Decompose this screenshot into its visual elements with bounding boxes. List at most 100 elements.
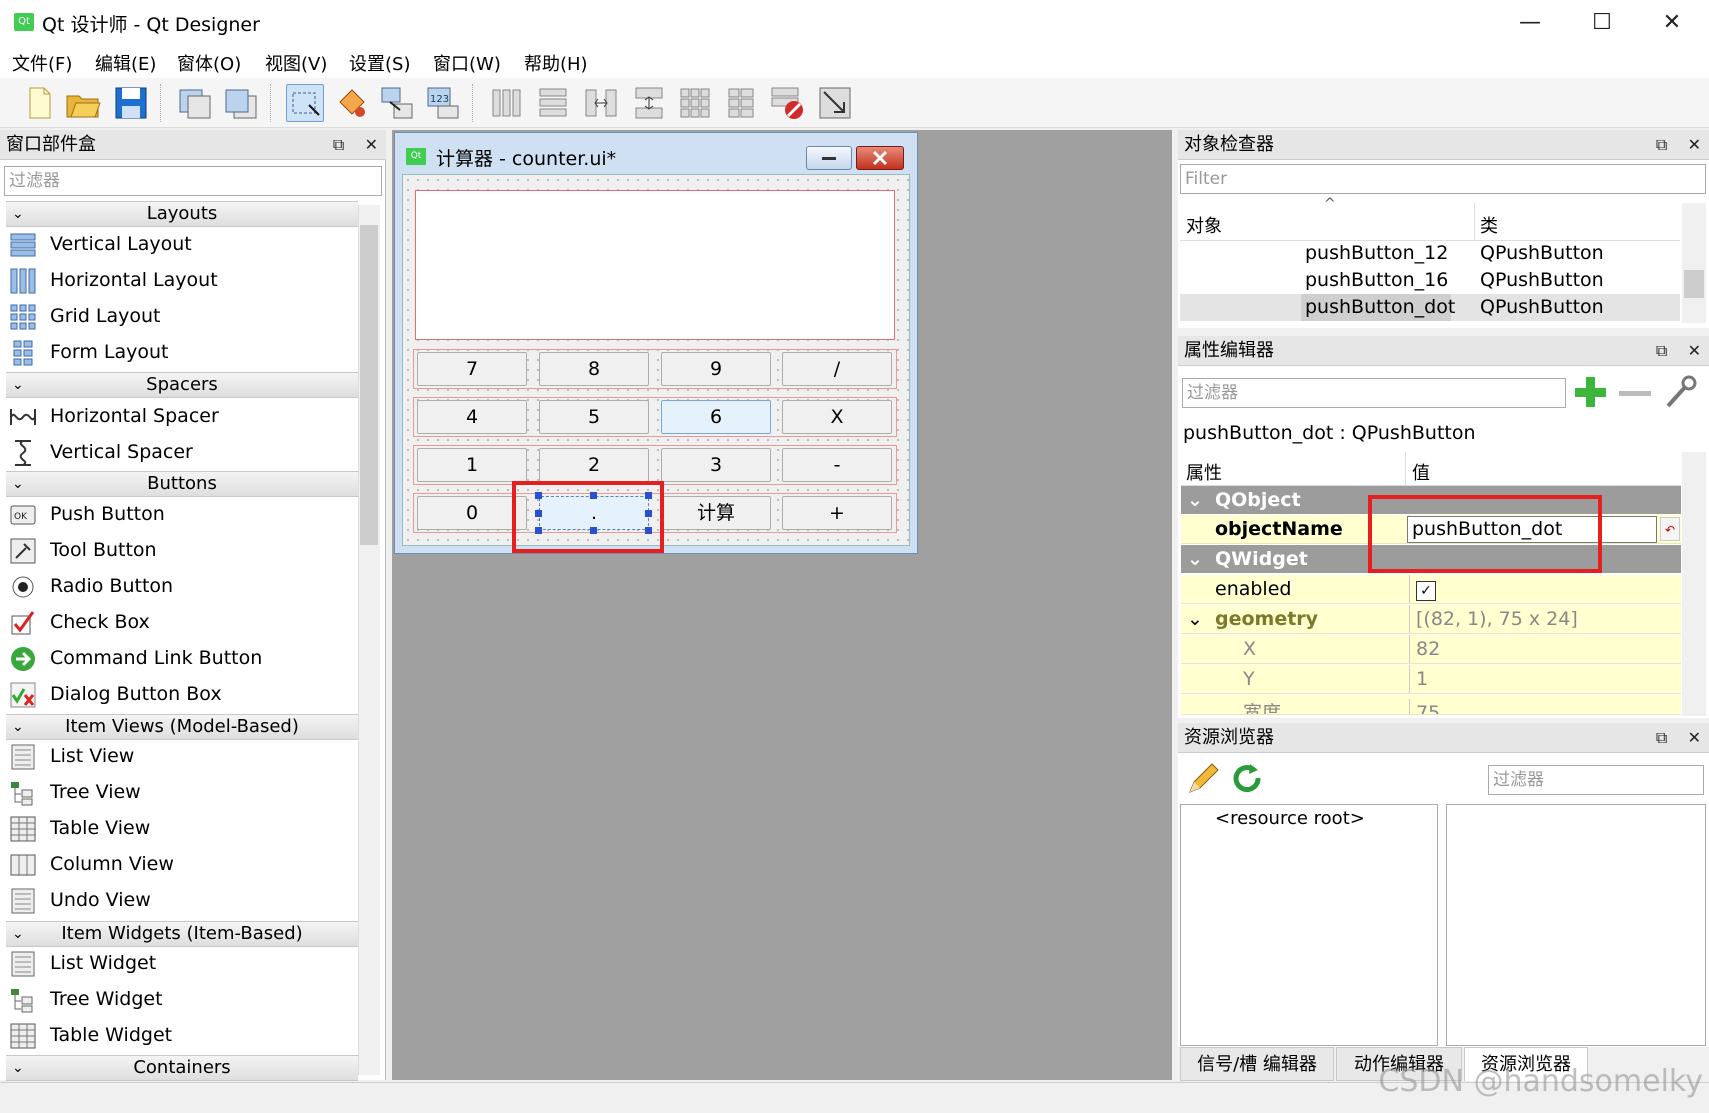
calc-button-divide[interactable]: / xyxy=(782,352,892,386)
property-name: enabled xyxy=(1215,578,1292,600)
widget-box-scroll-thumb[interactable] xyxy=(360,225,378,545)
resource-tree[interactable] xyxy=(1180,804,1438,1046)
watermark: CSDN @handsomelky xyxy=(1378,1064,1703,1099)
layout-horizontally-icon[interactable] xyxy=(488,84,526,122)
save-icon[interactable] xyxy=(112,84,150,122)
category-layouts[interactable]: ⌄ Layouts xyxy=(6,201,358,227)
object-row-name-selected[interactable]: pushButton_dot xyxy=(1305,296,1455,318)
adjust-size-icon[interactable] xyxy=(816,84,854,122)
layout-horizontal-splitter-icon[interactable] xyxy=(582,84,620,122)
bring-to-front-icon[interactable] xyxy=(222,84,260,122)
send-to-back-icon[interactable] xyxy=(176,84,214,122)
column-header-object[interactable]: 对象 xyxy=(1186,212,1222,238)
calc-button-multiply[interactable]: X xyxy=(782,400,892,434)
configure-wrench-icon[interactable] xyxy=(1660,374,1700,412)
calc-button-0[interactable]: 0 xyxy=(417,496,527,530)
property-editor-filter-input[interactable]: 过滤器 xyxy=(1182,378,1566,408)
edit-signals-slots-icon[interactable] xyxy=(334,84,372,122)
column-header-class[interactable]: 类 xyxy=(1480,212,1498,238)
menu-help[interactable]: 帮助(H) xyxy=(524,50,588,76)
calc-button-3[interactable]: 3 xyxy=(661,448,771,482)
new-file-icon[interactable] xyxy=(20,84,58,122)
menu-view[interactable]: 视图(V) xyxy=(265,50,327,76)
calc-button-9[interactable]: 9 xyxy=(661,352,771,386)
menu-form[interactable]: 窗体(O) xyxy=(177,50,241,76)
category-item-views[interactable]: ⌄ Item Views (Model-Based) xyxy=(6,714,358,740)
widget-box-filter-input[interactable]: 过滤器 xyxy=(4,166,382,196)
resource-root-item[interactable]: <resource root> xyxy=(1215,808,1365,829)
object-inspector-filter-input[interactable]: Filter xyxy=(1180,164,1706,194)
float-icon[interactable]: ⧉ xyxy=(1656,341,1667,360)
property-row-geometry[interactable]: ⌄ geometry [(82, 1), 75 x 24] xyxy=(1181,605,1681,634)
calc-button-1[interactable]: 1 xyxy=(417,448,527,482)
close-icon[interactable]: ✕ xyxy=(365,135,378,154)
category-containers[interactable]: ⌄ Containers xyxy=(6,1055,358,1081)
calculator-display-textedit[interactable] xyxy=(415,190,895,340)
float-icon[interactable]: ⧉ xyxy=(1656,135,1667,154)
float-icon[interactable]: ⧉ xyxy=(333,135,344,154)
calc-button-4[interactable]: 4 xyxy=(417,400,527,434)
edit-widgets-icon[interactable] xyxy=(286,84,324,122)
float-icon[interactable]: ⧉ xyxy=(1656,728,1667,747)
maximize-button[interactable]: ☐ xyxy=(1582,8,1622,38)
reload-icon[interactable] xyxy=(1228,760,1266,798)
object-inspector-scroll-thumb[interactable] xyxy=(1684,270,1704,298)
edit-tab-order-icon[interactable]: 123 xyxy=(424,84,462,122)
close-icon[interactable]: ✕ xyxy=(1688,135,1701,154)
widget-item-label: Push Button xyxy=(50,503,165,525)
property-editor-scrollbar[interactable] xyxy=(1682,452,1706,716)
reset-property-icon[interactable]: ↶ xyxy=(1660,517,1680,541)
column-header-property[interactable]: 属性 xyxy=(1186,459,1222,485)
menu-edit[interactable]: 编辑(E) xyxy=(95,50,156,76)
property-row-y[interactable]: Y 1 xyxy=(1181,665,1681,694)
enabled-checkbox[interactable]: ✓ xyxy=(1416,581,1436,601)
break-layout-icon[interactable] xyxy=(768,84,806,122)
edit-resources-pencil-icon[interactable] xyxy=(1184,760,1222,798)
close-window-button[interactable]: ✕ xyxy=(1652,8,1692,38)
object-inspector-scrollbar[interactable] xyxy=(1682,203,1706,323)
calc-button-8[interactable]: 8 xyxy=(539,352,649,386)
resource-filter-input[interactable]: 过滤器 xyxy=(1488,765,1704,795)
menu-file[interactable]: 文件(F) xyxy=(12,50,72,76)
object-row-name[interactable]: pushButton_16 xyxy=(1305,269,1448,291)
calc-button-calculate[interactable]: 计算 xyxy=(661,496,771,530)
category-item-widgets[interactable]: ⌄ Item Widgets (Item-Based) xyxy=(6,921,358,947)
calc-button-5[interactable]: 5 xyxy=(539,400,649,434)
resource-file-list[interactable] xyxy=(1446,804,1706,1046)
column-header-value[interactable]: 值 xyxy=(1412,459,1430,485)
resource-browser-header: 资源浏览器 ⧉ ✕ xyxy=(1178,723,1709,753)
calc-button-subtract[interactable]: - xyxy=(782,448,892,482)
category-label: Item Views (Model-Based) xyxy=(65,716,299,737)
add-dynamic-property-icon[interactable] xyxy=(1572,374,1610,412)
object-row-name[interactable]: pushButton_12 xyxy=(1305,242,1448,264)
calc-button-add[interactable]: + xyxy=(782,496,892,530)
menu-window[interactable]: 窗口(W) xyxy=(433,50,501,76)
object-row-class: QPushButton xyxy=(1480,242,1604,264)
layout-vertical-splitter-icon[interactable] xyxy=(630,84,668,122)
property-row-x[interactable]: X 82 xyxy=(1181,635,1681,664)
form-minimize-button[interactable] xyxy=(806,146,852,170)
widget-box-title: 窗口部件盒 xyxy=(6,134,96,155)
layout-grid-icon[interactable] xyxy=(676,84,714,122)
property-row-enabled[interactable]: enabled ✓ xyxy=(1181,575,1681,604)
category-buttons[interactable]: ⌄ Buttons xyxy=(6,471,358,497)
form-close-button[interactable] xyxy=(856,146,904,170)
property-row-width[interactable]: 宽度 75 xyxy=(1181,695,1681,715)
widget-item-label: List View xyxy=(50,745,135,767)
layout-vertically-icon[interactable] xyxy=(534,84,572,122)
close-icon[interactable]: ✕ xyxy=(1688,341,1701,360)
tab-signal-slot-editor[interactable]: 信号/槽 编辑器 xyxy=(1180,1047,1334,1081)
remove-dynamic-property-icon[interactable] xyxy=(1616,374,1654,412)
open-folder-icon[interactable] xyxy=(64,84,102,122)
close-icon[interactable]: ✕ xyxy=(1688,728,1701,747)
calc-button-7[interactable]: 7 xyxy=(417,352,527,386)
minimize-button[interactable]: — xyxy=(1510,8,1550,38)
calc-button-2[interactable]: 2 xyxy=(539,448,649,482)
menu-settings[interactable]: 设置(S) xyxy=(349,50,410,76)
calc-button-6[interactable]: 6 xyxy=(661,400,771,434)
edit-buddies-icon[interactable] xyxy=(378,84,416,122)
widget-item-label: Tree View xyxy=(50,781,141,803)
list-view-icon xyxy=(11,744,35,770)
layout-form-icon[interactable] xyxy=(722,84,760,122)
category-spacers[interactable]: ⌄ Spacers xyxy=(6,372,358,398)
